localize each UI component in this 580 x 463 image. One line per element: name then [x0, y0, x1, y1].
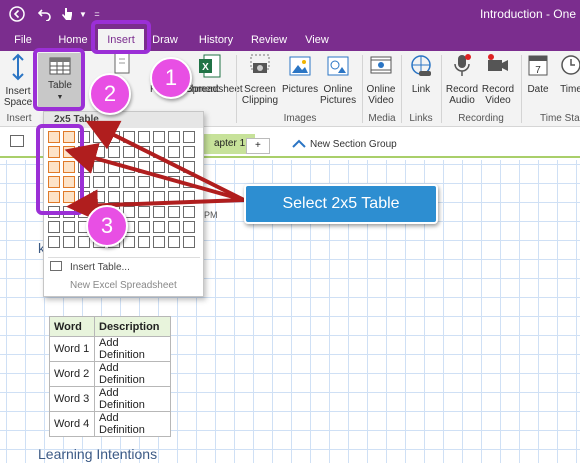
step-3-marker: 3 [86, 205, 128, 247]
step-2-marker: 2 [89, 73, 131, 115]
instruction-callout: Select 2x5 Table [244, 184, 438, 224]
step-1-marker: 1 [150, 57, 192, 99]
